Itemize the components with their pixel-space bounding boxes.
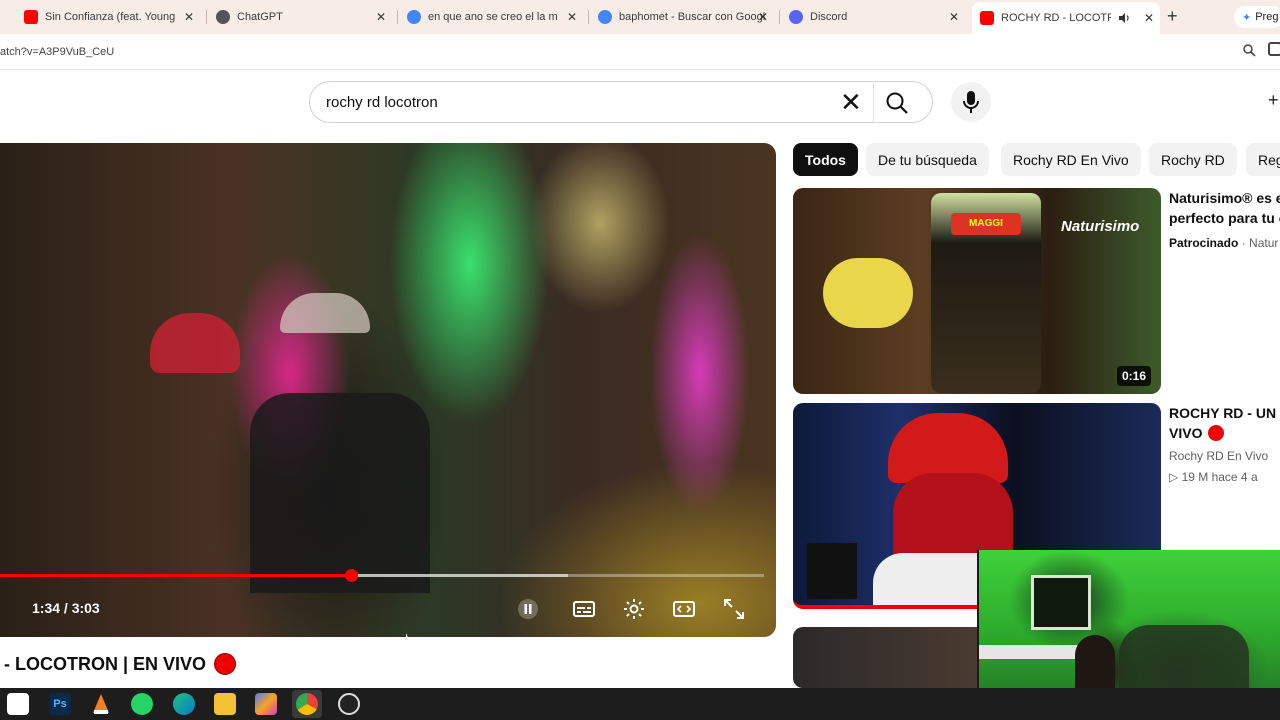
search-box[interactable]: rochy rd locotron ✕: [309, 81, 933, 123]
time-display: 1:34 / 3:03: [32, 600, 100, 616]
settings-gear-icon[interactable]: [622, 597, 646, 621]
hands-logo: [807, 543, 857, 599]
channel-name[interactable]: Rochy RD En Vivo: [1169, 449, 1268, 463]
scrubber-handle[interactable]: [345, 569, 358, 582]
video-title-text: - LOCOTRON | EN VIVO: [4, 653, 207, 674]
tab-close-icon[interactable]: ✕: [758, 10, 768, 24]
tab-discord[interactable]: Discord ✕: [789, 4, 965, 30]
discord-favicon-icon: [789, 10, 803, 24]
clear-search-icon[interactable]: ✕: [840, 88, 862, 116]
youtube-favicon-icon: [980, 11, 994, 25]
search-divider: [873, 81, 874, 123]
youtube-favicon-icon: [24, 10, 38, 24]
performer-shirt: [250, 393, 430, 593]
video-title: - LOCOTRON | EN VIVO: [4, 653, 237, 675]
extension-chip[interactable]: ✦ Preg: [1234, 6, 1280, 28]
fullscreen-icon[interactable]: [722, 597, 746, 621]
maggi-logo: MAGGI: [951, 213, 1021, 235]
chip-de-tu-busqueda[interactable]: De tu búsqueda: [866, 143, 989, 176]
progress-played: [0, 574, 351, 577]
sparkle-icon: ✦: [1242, 11, 1252, 24]
whatsapp-icon[interactable]: [131, 693, 153, 715]
sponsored-label: Patrocinado: [1169, 236, 1239, 250]
advertiser-name: · Natur: [1241, 236, 1279, 250]
red-circle-emoji-icon: [214, 653, 237, 675]
google-favicon-icon: [598, 10, 612, 24]
mouse-cursor: [406, 633, 412, 647]
seasoning-jar: MAGGI: [931, 193, 1041, 393]
tab-title: Discord: [810, 11, 848, 23]
chatgpt-favicon-icon: [216, 10, 230, 24]
tab-separator: [397, 10, 398, 24]
rec-title-line: ROCHY RD - UN J: [1169, 405, 1280, 421]
ad-title-line: perfecto para tu c: [1169, 210, 1280, 226]
rec-title-line: VIVO: [1169, 425, 1203, 441]
tab-google-search-baphomet[interactable]: baphomet - Buscar con Googl ✕: [598, 4, 774, 30]
tab-sin-confianza[interactable]: Sin Confianza (feat. Young Sa ✕: [24, 4, 200, 30]
window: [1031, 575, 1091, 630]
obs-icon[interactable]: [338, 693, 360, 715]
microphone-icon: [963, 91, 979, 113]
tab-google-search-moneda[interactable]: en que ano se creo el la mone ✕: [407, 4, 583, 30]
url-text[interactable]: atch?v=A3P9VuB_CeU: [0, 46, 114, 58]
theater-mode-icon[interactable]: [672, 597, 696, 621]
performer-hat: [280, 293, 370, 333]
copilot-icon[interactable]: [255, 693, 277, 715]
red-circle-emoji-icon: [1208, 425, 1225, 441]
video-title-rec[interactable]: ROCHY RD - UN J VIVO: [1169, 403, 1280, 443]
start-icon[interactable]: [7, 693, 29, 715]
tab-separator: [206, 10, 207, 24]
edge-icon[interactable]: [173, 693, 195, 715]
view-count: ▷ 19 M hace 4 a: [1169, 470, 1258, 484]
brand-wordmark: Naturisimo: [1061, 218, 1140, 235]
search-input[interactable]: rochy rd locotron: [326, 94, 438, 111]
chip-rochy-rd[interactable]: Rochy RD: [1149, 143, 1237, 176]
audio-playing-icon[interactable]: [1118, 12, 1130, 24]
tab-close-icon[interactable]: ✕: [949, 10, 959, 24]
yellow-pepper: [823, 258, 913, 328]
ad-title-line: Naturisimo® es e: [1169, 190, 1280, 206]
subtitles-icon[interactable]: [572, 597, 596, 621]
pause-icon[interactable]: [516, 597, 540, 621]
voice-search-button[interactable]: [951, 82, 991, 122]
extension-label: Preg: [1255, 11, 1279, 23]
tab-close-icon[interactable]: ✕: [184, 10, 194, 24]
vlc-icon[interactable]: [90, 693, 112, 715]
tab-title: baphomet - Buscar con Googl: [619, 11, 766, 23]
tab-close-icon[interactable]: ✕: [567, 10, 577, 24]
taskbar: Ps: [0, 688, 1280, 720]
browser-tab-bar: Sin Confianza (feat. Young Sa ✕ ChatGPT …: [0, 0, 1280, 34]
tab-separator: [588, 10, 589, 24]
google-favicon-icon: [407, 10, 421, 24]
tab-chatgpt[interactable]: ChatGPT ✕: [216, 4, 392, 30]
zoom-icon[interactable]: [1243, 44, 1256, 57]
ad-meta: Patrocinado · Natur: [1169, 236, 1278, 250]
chip-todos[interactable]: Todos: [793, 143, 858, 176]
files-icon[interactable]: [214, 693, 236, 715]
ad-title[interactable]: Naturisimo® es e perfecto para tu c: [1169, 188, 1280, 228]
create-icon[interactable]: +: [1268, 90, 1279, 111]
duration-badge: 0:16: [1116, 366, 1151, 386]
ad-thumbnail[interactable]: MAGGI Naturisimo 0:16: [793, 188, 1161, 394]
tab-title: ROCHY RD - LOCOTRON: [1001, 12, 1111, 24]
tab-title: ChatGPT: [237, 11, 283, 23]
extensions-icon[interactable]: [1268, 42, 1280, 56]
tab-title: en que ano se creo el la mone: [428, 11, 558, 23]
tab-title: Sin Confianza (feat. Young Sa: [45, 11, 175, 23]
tab-rochy-rd-locotron[interactable]: ROCHY RD - LOCOTRON ✕: [972, 2, 1160, 34]
video-player[interactable]: 1:34 / 3:03: [0, 143, 776, 637]
tab-close-icon[interactable]: ✕: [376, 10, 386, 24]
chip-rochy-rd-en-vivo[interactable]: Rochy RD En Vivo: [1001, 143, 1141, 176]
chrome-icon[interactable]: [296, 693, 318, 715]
chip-reg[interactable]: Reg: [1246, 143, 1280, 176]
new-tab-button[interactable]: +: [1167, 6, 1178, 27]
tab-separator: [779, 10, 780, 24]
address-bar[interactable]: atch?v=A3P9VuB_CeU: [0, 34, 1280, 70]
search-icon[interactable]: [885, 91, 909, 115]
performer-cap: [150, 313, 240, 373]
tab-close-icon[interactable]: ✕: [1144, 11, 1154, 25]
photoshop-icon[interactable]: Ps: [49, 693, 71, 715]
